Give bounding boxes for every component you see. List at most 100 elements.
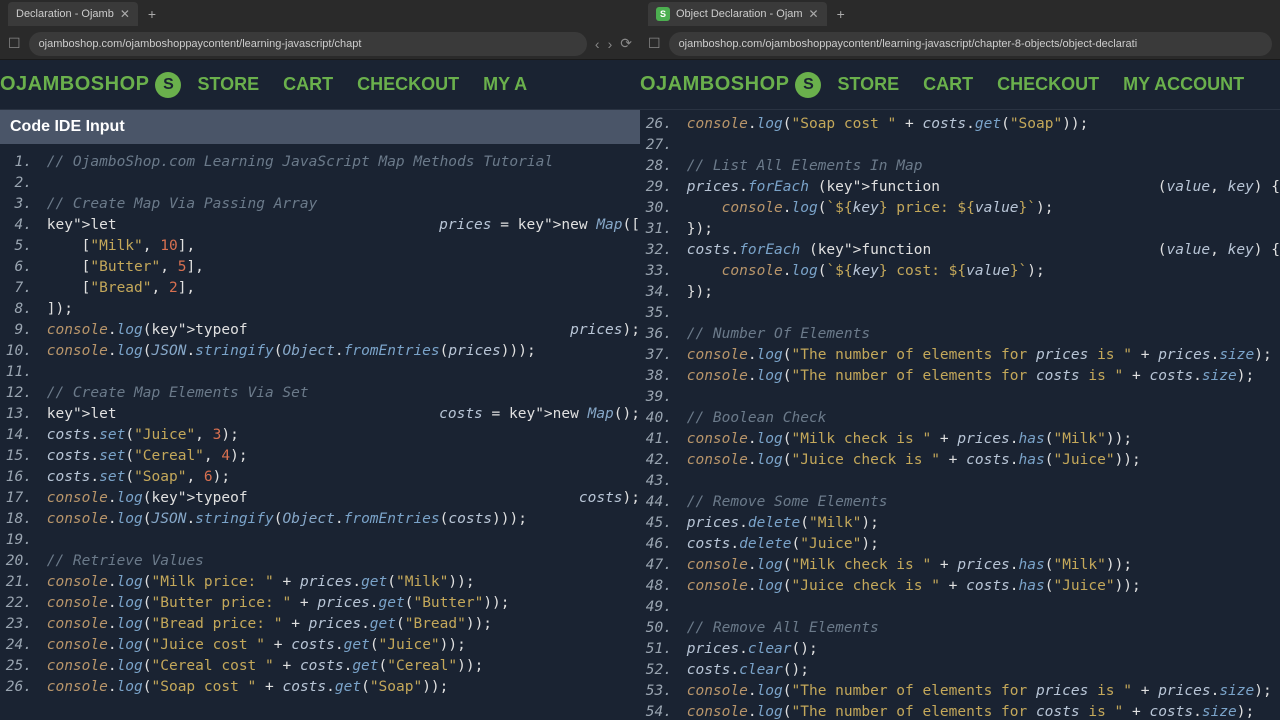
- code-text: ["Butter", 5],: [38, 257, 640, 278]
- code-editor[interactable]: 1 // OjamboShop.com Learning JavaScript …: [0, 144, 640, 720]
- bookmark-icon[interactable]: ☐: [8, 35, 21, 52]
- code-text: [678, 597, 1280, 618]
- nav-checkout[interactable]: CHECKOUT: [997, 74, 1099, 95]
- line-number: 54: [640, 702, 678, 720]
- code-line: 8 ]);: [0, 299, 640, 320]
- line-number: 47: [640, 555, 678, 576]
- code-text: console.log("The number of elements for …: [678, 702, 1280, 720]
- line-number: 45: [640, 513, 678, 534]
- code-line: 16 costs.set("Soap", 6);: [0, 467, 640, 488]
- line-number: 20: [0, 551, 38, 572]
- code-line: 45 prices.delete("Milk");: [640, 513, 1280, 534]
- code-line: 1 // OjamboShop.com Learning JavaScript …: [0, 152, 640, 173]
- close-icon[interactable]: ✕: [809, 7, 819, 21]
- code-text: costs.delete("Juice");: [678, 534, 1280, 555]
- brand-logo-text[interactable]: OJAMBOSHOP: [640, 73, 789, 96]
- line-number: 6: [0, 257, 38, 278]
- code-text: costs.forEach (key">function: [678, 240, 1158, 261]
- code-line: 19: [0, 530, 640, 551]
- line-number: 27: [640, 135, 678, 156]
- nav-cart[interactable]: CART: [283, 74, 333, 95]
- favicon-icon: S: [656, 7, 670, 21]
- code-line: 12 // Create Map Elements Via Set: [0, 383, 640, 404]
- brand-logo-text[interactable]: OJAMBOSHOP: [0, 73, 149, 96]
- line-number: 31: [640, 219, 678, 240]
- code-text: costs.set("Juice", 3);: [38, 425, 640, 446]
- line-number: 49: [640, 597, 678, 618]
- close-icon[interactable]: ✕: [120, 7, 130, 21]
- line-number: 26: [640, 114, 678, 135]
- code-text: prices.forEach (key">function: [678, 177, 1158, 198]
- nav-store[interactable]: STORE: [837, 74, 899, 95]
- new-tab-button[interactable]: +: [837, 6, 845, 22]
- line-number: 41: [640, 429, 678, 450]
- line-number: 48: [640, 576, 678, 597]
- code-line: 4 key">let prices = key">new Map([: [0, 215, 640, 236]
- nav-store[interactable]: STORE: [197, 74, 259, 95]
- code-line: 39: [640, 387, 1280, 408]
- line-number: 42: [640, 450, 678, 471]
- code-line: 9 console.log(key">typeof prices);: [0, 320, 640, 341]
- code-line: 10 console.log(JSON.stringify(Object.fro…: [0, 341, 640, 362]
- code-text: console.log("Juice cost " + costs.get("J…: [38, 635, 640, 656]
- browser-tab[interactable]: Declaration - Ojamb ✕: [8, 2, 138, 26]
- line-number: 33: [640, 261, 678, 282]
- line-number: 25: [0, 656, 38, 677]
- code-line: 43: [640, 471, 1280, 492]
- url-input[interactable]: ojamboshop.com/ojamboshoppaycontent/lear…: [669, 32, 1272, 56]
- reload-icon[interactable]: ⟳: [620, 35, 632, 52]
- code-text: console.log("Soap cost " + costs.get("So…: [678, 114, 1280, 135]
- code-line: 13 key">let costs = key">new Map();: [0, 404, 640, 425]
- browser-tab[interactable]: S Object Declaration - Ojam ✕: [648, 2, 827, 26]
- code-line: 46 costs.delete("Juice");: [640, 534, 1280, 555]
- new-tab-button[interactable]: +: [148, 6, 156, 22]
- line-number: 24: [0, 635, 38, 656]
- code-text: console.log(JSON.stringify(Object.fromEn…: [38, 341, 640, 362]
- line-number: 38: [640, 366, 678, 387]
- code-text: console.log("Soap cost " + costs.get("So…: [38, 677, 640, 698]
- code-line: 18 console.log(JSON.stringify(Object.fro…: [0, 509, 640, 530]
- code-line: 5 ["Milk", 10],: [0, 236, 640, 257]
- code-text: key">let: [38, 215, 439, 236]
- line-number: 11: [0, 362, 38, 383]
- code-text: console.log(`${key} price: ${value}`);: [678, 198, 1280, 219]
- nav-account[interactable]: MY ACCOUNT: [1123, 74, 1244, 95]
- line-number: 17: [0, 488, 38, 509]
- line-number: 23: [0, 614, 38, 635]
- nav-cart[interactable]: CART: [923, 74, 973, 95]
- brand-logo-badge[interactable]: S: [795, 72, 821, 98]
- line-number: 14: [0, 425, 38, 446]
- bookmark-icon[interactable]: ☐: [648, 35, 661, 52]
- nav-account[interactable]: MY A: [483, 74, 527, 95]
- code-line: 47 console.log("Milk check is " + prices…: [640, 555, 1280, 576]
- line-number: 30: [640, 198, 678, 219]
- line-number: 39: [640, 387, 678, 408]
- code-line: 31 });: [640, 219, 1280, 240]
- code-text: console.log("Butter price: " + prices.ge…: [38, 593, 640, 614]
- line-number: 10: [0, 341, 38, 362]
- code-text: ["Bread", 2],: [38, 278, 640, 299]
- line-number: 34: [640, 282, 678, 303]
- code-line: 51 prices.clear();: [640, 639, 1280, 660]
- url-bar: ☐ ojamboshop.com/ojamboshoppaycontent/le…: [640, 28, 1280, 60]
- code-line: 54 console.log("The number of elements f…: [640, 702, 1280, 720]
- line-number: 7: [0, 278, 38, 299]
- code-line: 40 // Boolean Check: [640, 408, 1280, 429]
- tab-title: Object Declaration - Ojam: [676, 8, 803, 20]
- brand-logo-badge[interactable]: S: [155, 72, 181, 98]
- forward-icon[interactable]: ›: [608, 36, 613, 52]
- line-number: 52: [640, 660, 678, 681]
- code-text: // Remove Some Elements: [678, 492, 1280, 513]
- code-text: [38, 173, 640, 194]
- code-text: console.log("Milk price: " + prices.get(…: [38, 572, 640, 593]
- back-icon[interactable]: ‹: [595, 36, 600, 52]
- code-text: prices.delete("Milk");: [678, 513, 1280, 534]
- nav-checkout[interactable]: CHECKOUT: [357, 74, 459, 95]
- line-number: 16: [0, 467, 38, 488]
- code-editor[interactable]: 26 console.log("Soap cost " + costs.get(…: [640, 110, 1280, 720]
- url-input[interactable]: ojamboshop.com/ojamboshoppaycontent/lear…: [29, 32, 587, 56]
- code-line: 29 prices.forEach (key">function(value, …: [640, 177, 1280, 198]
- code-text: costs.set("Cereal", 4);: [38, 446, 640, 467]
- line-number: 18: [0, 509, 38, 530]
- line-number: 46: [640, 534, 678, 555]
